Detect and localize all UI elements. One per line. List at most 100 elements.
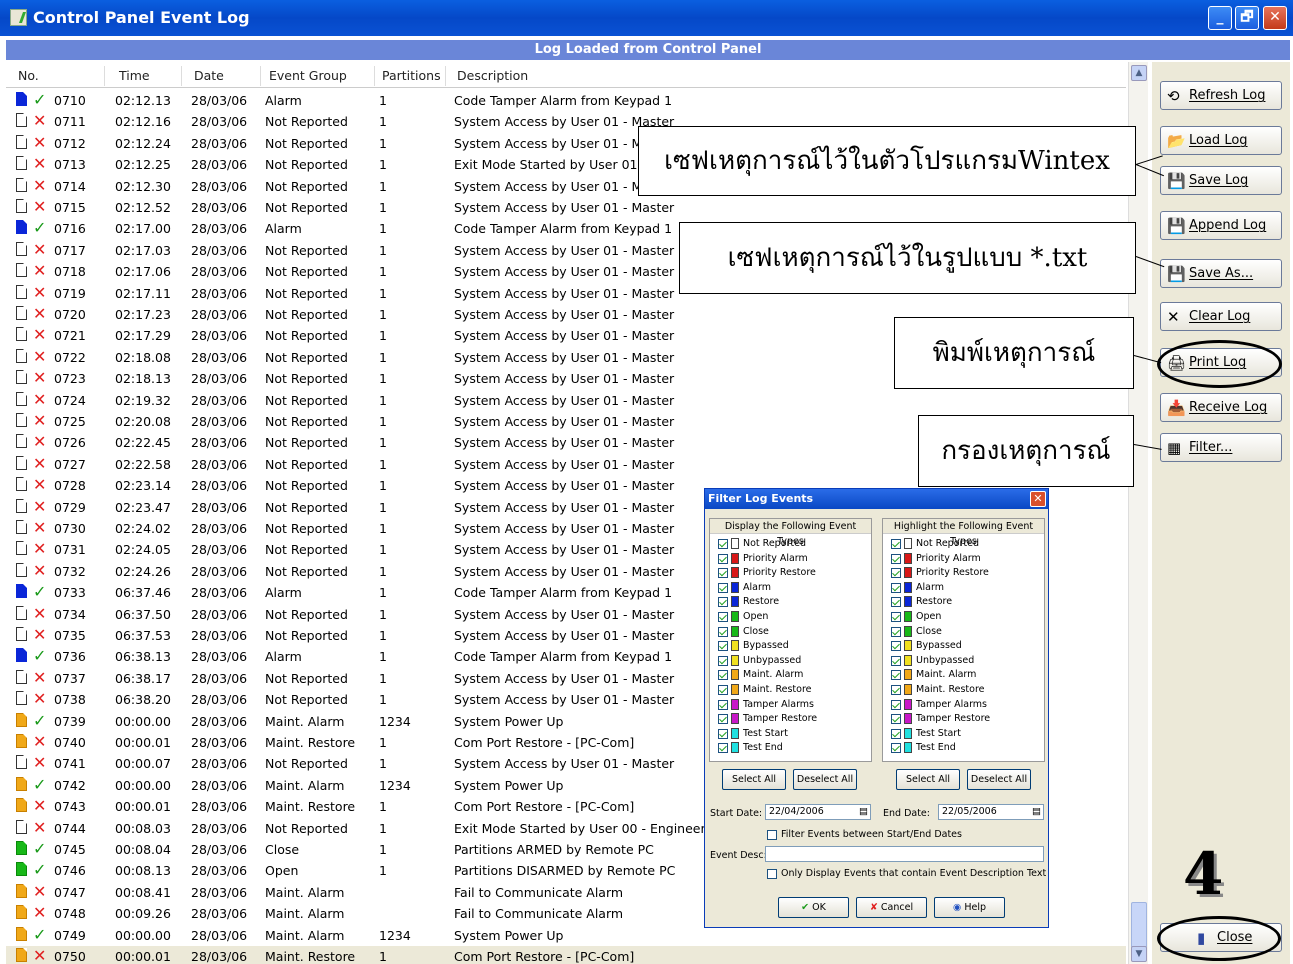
- cell-time: 02:19.32: [115, 392, 171, 408]
- load-log-button[interactable]: 📂 Load Log: [1160, 126, 1282, 155]
- event-color-icon: [731, 684, 739, 695]
- table-row[interactable]: ✕ 0715 02:12.52 28/03/06 Not Reported 1 System…: [6, 197, 1126, 218]
- checkbox-icon[interactable]: [718, 539, 728, 549]
- checkbox-icon[interactable]: [891, 699, 901, 710]
- checkbox-icon[interactable]: [718, 582, 728, 593]
- cell-description: System Access by User 01 - Master: [454, 328, 675, 344]
- checkbox-icon[interactable]: [891, 568, 901, 579]
- event-color-icon: [904, 538, 912, 549]
- checkbox-icon[interactable]: [891, 670, 901, 681]
- save-as-button[interactable]: 💾 Save As...: [1160, 259, 1282, 288]
- calendar-icon[interactable]: ▤: [1032, 805, 1041, 819]
- table-scrollbar[interactable]: ▲ ▼: [1128, 62, 1148, 964]
- checkbox-icon[interactable]: [718, 568, 728, 579]
- table-row[interactable]: ✕ 0724 02:19.32 28/03/06 Not Reported 1 System…: [6, 390, 1126, 411]
- event-doc-icon: [16, 648, 27, 663]
- checkbox-icon[interactable]: [891, 714, 901, 725]
- event-color-icon: [904, 698, 912, 710]
- save-log-button[interactable]: 💾 Save Log: [1160, 166, 1282, 195]
- scroll-down-icon[interactable]: ▼: [1131, 946, 1147, 962]
- display-deselect-all-button[interactable]: Deselect All: [793, 769, 857, 790]
- checkbox-icon[interactable]: [718, 641, 728, 652]
- start-date-picker[interactable]: 22/04/2006 ▤: [765, 804, 871, 820]
- event-doc-icon: [16, 498, 27, 513]
- checkbox-icon[interactable]: [718, 728, 728, 739]
- event-doc-icon: [16, 776, 27, 791]
- cell-event-group: Not Reported: [265, 606, 348, 622]
- ok-button[interactable]: ✔ OK: [778, 897, 849, 918]
- checkbox-icon[interactable]: [718, 655, 728, 666]
- filter-dialog: Filter Log Events ✕ Display the Followin…: [704, 488, 1049, 928]
- event-type-label: Alarm: [743, 581, 771, 593]
- checkbox-icon[interactable]: [891, 582, 901, 593]
- event-color-icon: [731, 669, 739, 681]
- checkbox-icon[interactable]: [718, 612, 728, 622]
- event-type-label: Alarm: [916, 581, 944, 593]
- cell-event-group: Not Reported: [265, 628, 348, 643]
- col-partitions[interactable]: Partitions: [382, 68, 441, 83]
- col-time[interactable]: Time: [119, 68, 150, 83]
- cell-description: System Access by User 01 - Master: [454, 563, 675, 579]
- col-no[interactable]: No.: [18, 68, 39, 83]
- checkbox-icon[interactable]: [891, 655, 901, 666]
- checkbox-icon[interactable]: [718, 685, 728, 695]
- cell-event-group: Maint. Restore: [265, 735, 356, 750]
- event-color-icon: [904, 684, 912, 695]
- checkbox-icon[interactable]: [891, 612, 901, 622]
- end-date-picker[interactable]: 22/05/2006 ▤: [938, 804, 1044, 820]
- append-log-button[interactable]: 💾 Append Log: [1160, 211, 1282, 240]
- help-button[interactable]: ◉ Help: [934, 897, 1005, 918]
- checkbox-icon[interactable]: [891, 743, 901, 754]
- checkbox-icon[interactable]: [891, 553, 901, 564]
- event-type-label: Tamper Restore: [916, 713, 991, 725]
- event-desc-input[interactable]: [765, 846, 1044, 862]
- cell-time: 02:12.30: [115, 178, 171, 194]
- checkbox-icon[interactable]: [891, 539, 901, 549]
- cell-date: 28/03/06: [191, 692, 248, 708]
- cell-partitions: 1: [379, 735, 387, 750]
- checkbox-icon[interactable]: [718, 553, 728, 564]
- checkbox-icon[interactable]: [718, 714, 728, 725]
- highlight-deselect-all-button[interactable]: Deselect All: [967, 769, 1031, 790]
- receive-log-button[interactable]: 📥 Receive Log: [1160, 393, 1282, 422]
- maximize-button[interactable]: 🗗: [1235, 6, 1259, 30]
- cell-event-group: Maint. Alarm: [265, 927, 345, 943]
- table-row[interactable]: ✕ 0750 00:00.01 28/03/06 Maint. Restore 1 Com …: [6, 946, 1126, 964]
- checkbox-icon[interactable]: [891, 626, 901, 637]
- table-row[interactable]: ✓ 0710 02:12.13 28/03/06 Alarm 1 Code Tamper A…: [6, 90, 1126, 111]
- filter-button[interactable]: ▦ Filter...: [1160, 433, 1282, 462]
- cell-event-group: Open: [265, 863, 299, 879]
- refresh-log-button[interactable]: ⟲ Refresh Log: [1160, 81, 1282, 110]
- dialog-close-icon[interactable]: ✕: [1030, 491, 1046, 507]
- close-window-button[interactable]: ✕: [1263, 6, 1287, 30]
- checkbox-icon[interactable]: [891, 641, 901, 652]
- scroll-thumb[interactable]: [1131, 902, 1147, 948]
- cell-event-group: Not Reported: [265, 114, 348, 130]
- cancel-button[interactable]: ✘ Cancel: [856, 897, 927, 918]
- cell-time: 02:12.52: [115, 200, 171, 215]
- checkbox-icon[interactable]: [718, 597, 728, 608]
- checkbox-icon[interactable]: [718, 699, 728, 710]
- col-date[interactable]: Date: [194, 68, 224, 83]
- cell-no: 0725: [54, 414, 86, 429]
- checkbox-icon[interactable]: [891, 685, 901, 695]
- cell-description: System Access by User 01 - Master: [454, 264, 675, 280]
- event-type-label: Test End: [916, 742, 956, 754]
- calendar-icon[interactable]: ▤: [859, 805, 868, 819]
- scroll-up-icon[interactable]: ▲: [1131, 65, 1147, 81]
- clear-log-button[interactable]: ✕ Clear Log: [1160, 302, 1282, 331]
- col-event-group[interactable]: Event Group: [269, 68, 347, 83]
- display-select-all-button[interactable]: Select All: [722, 769, 786, 790]
- checkbox-icon[interactable]: [891, 728, 901, 739]
- highlight-select-all-button[interactable]: Select All: [896, 769, 960, 790]
- grid-icon: ▦: [1167, 439, 1182, 457]
- checkbox-icon[interactable]: [718, 670, 728, 681]
- cell-time: 06:37.53: [115, 628, 171, 643]
- col-description[interactable]: Description: [457, 68, 528, 83]
- checkbox-icon[interactable]: [891, 597, 901, 608]
- cell-partitions: 1: [379, 628, 387, 643]
- checkbox-icon[interactable]: [718, 626, 728, 637]
- minimize-button[interactable]: _: [1208, 6, 1232, 30]
- cell-date: 28/03/06: [191, 670, 248, 686]
- checkbox-icon[interactable]: [718, 743, 728, 754]
